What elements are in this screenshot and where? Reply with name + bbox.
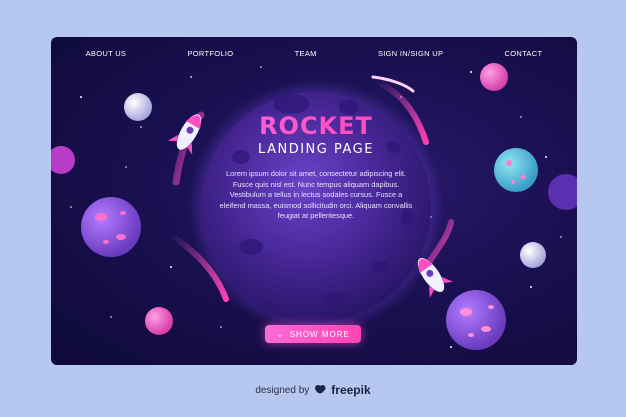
edge-planet-left <box>51 146 75 174</box>
hero: ROCKET LANDING PAGE Lorem ipsum dolor si… <box>201 112 431 222</box>
nav-about-us[interactable]: ABOUT US <box>86 49 127 58</box>
top-nav: ABOUT US PORTFOLIO TEAM SIGN IN/SIGN UP … <box>51 37 577 69</box>
designed-by-text: designed by <box>255 384 310 396</box>
hero-body-text: Lorem ipsum dolor sit amet, consectetur … <box>219 169 413 221</box>
landing-page-frame: ABOUT US PORTFOLIO TEAM SIGN IN/SIGN UP … <box>51 37 577 365</box>
show-more-button[interactable]: ⌄ SHOW MORE <box>265 325 361 343</box>
left-crater-planet <box>81 197 141 257</box>
teal-planet <box>494 148 538 192</box>
grey-planet <box>124 93 152 121</box>
right-crater-planet <box>446 290 506 350</box>
freepik-brand[interactable]: freepik <box>331 383 370 397</box>
pink-planet-bottom <box>145 307 173 335</box>
nav-team[interactable]: TEAM <box>295 49 317 58</box>
nav-portfolio[interactable]: PORTFOLIO <box>187 49 233 58</box>
footer: designed by freepik <box>0 380 626 400</box>
nav-sign-in-sign-up[interactable]: SIGN IN/SIGN UP <box>378 49 443 58</box>
freepik-logo-icon <box>315 385 326 394</box>
edge-planet-right <box>548 174 577 210</box>
nav-contact[interactable]: CONTACT <box>505 49 543 58</box>
hero-title: ROCKET <box>201 112 431 140</box>
hero-subtitle: LANDING PAGE <box>258 142 374 157</box>
chevron-down-icon: ⌄ <box>276 328 285 339</box>
show-more-label: SHOW MORE <box>289 329 350 339</box>
grey-planet-right <box>520 242 546 268</box>
